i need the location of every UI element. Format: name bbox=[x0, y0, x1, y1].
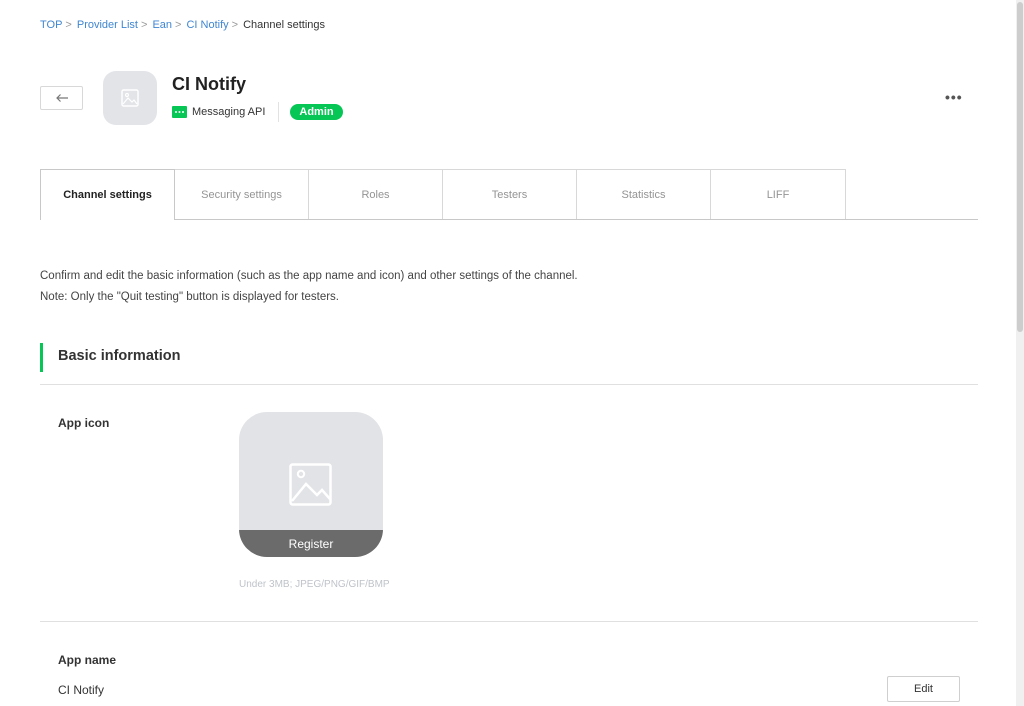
channel-meta: Messaging API Admin bbox=[172, 102, 343, 122]
role-badge: Admin bbox=[290, 104, 343, 120]
tab-channel-settings[interactable]: Channel settings bbox=[40, 169, 175, 220]
app-icon-hint: Under 3MB; JPEG/PNG/GIF/BMP bbox=[239, 579, 390, 590]
app-icon-uploader[interactable]: Register bbox=[239, 412, 383, 557]
channel-title: CI Notify bbox=[172, 74, 246, 94]
tab-statistics[interactable]: Statistics bbox=[577, 169, 711, 219]
tab-security-settings[interactable]: Security settings bbox=[175, 169, 309, 219]
meta-divider bbox=[278, 102, 280, 122]
tab-bar: Channel settings Security settings Roles… bbox=[40, 169, 978, 220]
divider bbox=[40, 384, 978, 385]
edit-app-name-button[interactable]: Edit bbox=[887, 676, 960, 702]
register-button[interactable]: Register bbox=[239, 530, 383, 557]
breadcrumb-current: Channel settings bbox=[243, 19, 326, 31]
breadcrumb-top-link[interactable]: TOP bbox=[40, 19, 62, 31]
breadcrumb: TOP > Provider List > Ean > CI Notify > … bbox=[40, 19, 325, 31]
arrow-left-icon bbox=[55, 94, 68, 102]
channel-avatar bbox=[103, 71, 157, 125]
breadcrumb-separator: > bbox=[231, 19, 239, 31]
image-placeholder-icon bbox=[121, 89, 139, 107]
breadcrumb-provider-link[interactable]: Ean bbox=[152, 19, 172, 31]
breadcrumb-separator: > bbox=[65, 19, 72, 31]
breadcrumb-provider-list-link[interactable]: Provider List bbox=[77, 19, 138, 31]
app-name-value: CI Notify bbox=[58, 683, 105, 697]
image-placeholder-icon bbox=[289, 463, 332, 506]
channel-type: Messaging API bbox=[192, 106, 266, 118]
breadcrumb-separator: > bbox=[175, 19, 182, 31]
divider bbox=[40, 621, 978, 622]
intro-text: Confirm and edit the basic information (… bbox=[40, 266, 578, 308]
back-button[interactable] bbox=[40, 86, 83, 110]
app-name-label: App name bbox=[58, 653, 117, 667]
tab-testers[interactable]: Testers bbox=[443, 169, 577, 219]
more-options-button[interactable]: ••• bbox=[945, 89, 963, 105]
breadcrumb-channel-link[interactable]: CI Notify bbox=[186, 19, 228, 31]
section-accent-bar bbox=[40, 343, 43, 372]
scrollbar-thumb[interactable] bbox=[1017, 2, 1023, 332]
chat-bubble-icon bbox=[172, 106, 187, 118]
tab-liff[interactable]: LIFF bbox=[711, 169, 846, 219]
tab-roles[interactable]: Roles bbox=[309, 169, 443, 219]
breadcrumb-separator: > bbox=[141, 19, 148, 31]
tab-bar-underline bbox=[40, 219, 978, 220]
app-icon-label: App icon bbox=[58, 416, 110, 430]
intro-line-2: Note: Only the "Quit testing" button is … bbox=[40, 291, 340, 303]
intro-line-1: Confirm and edit the basic information (… bbox=[40, 270, 578, 282]
section-title: Basic information bbox=[58, 348, 181, 364]
